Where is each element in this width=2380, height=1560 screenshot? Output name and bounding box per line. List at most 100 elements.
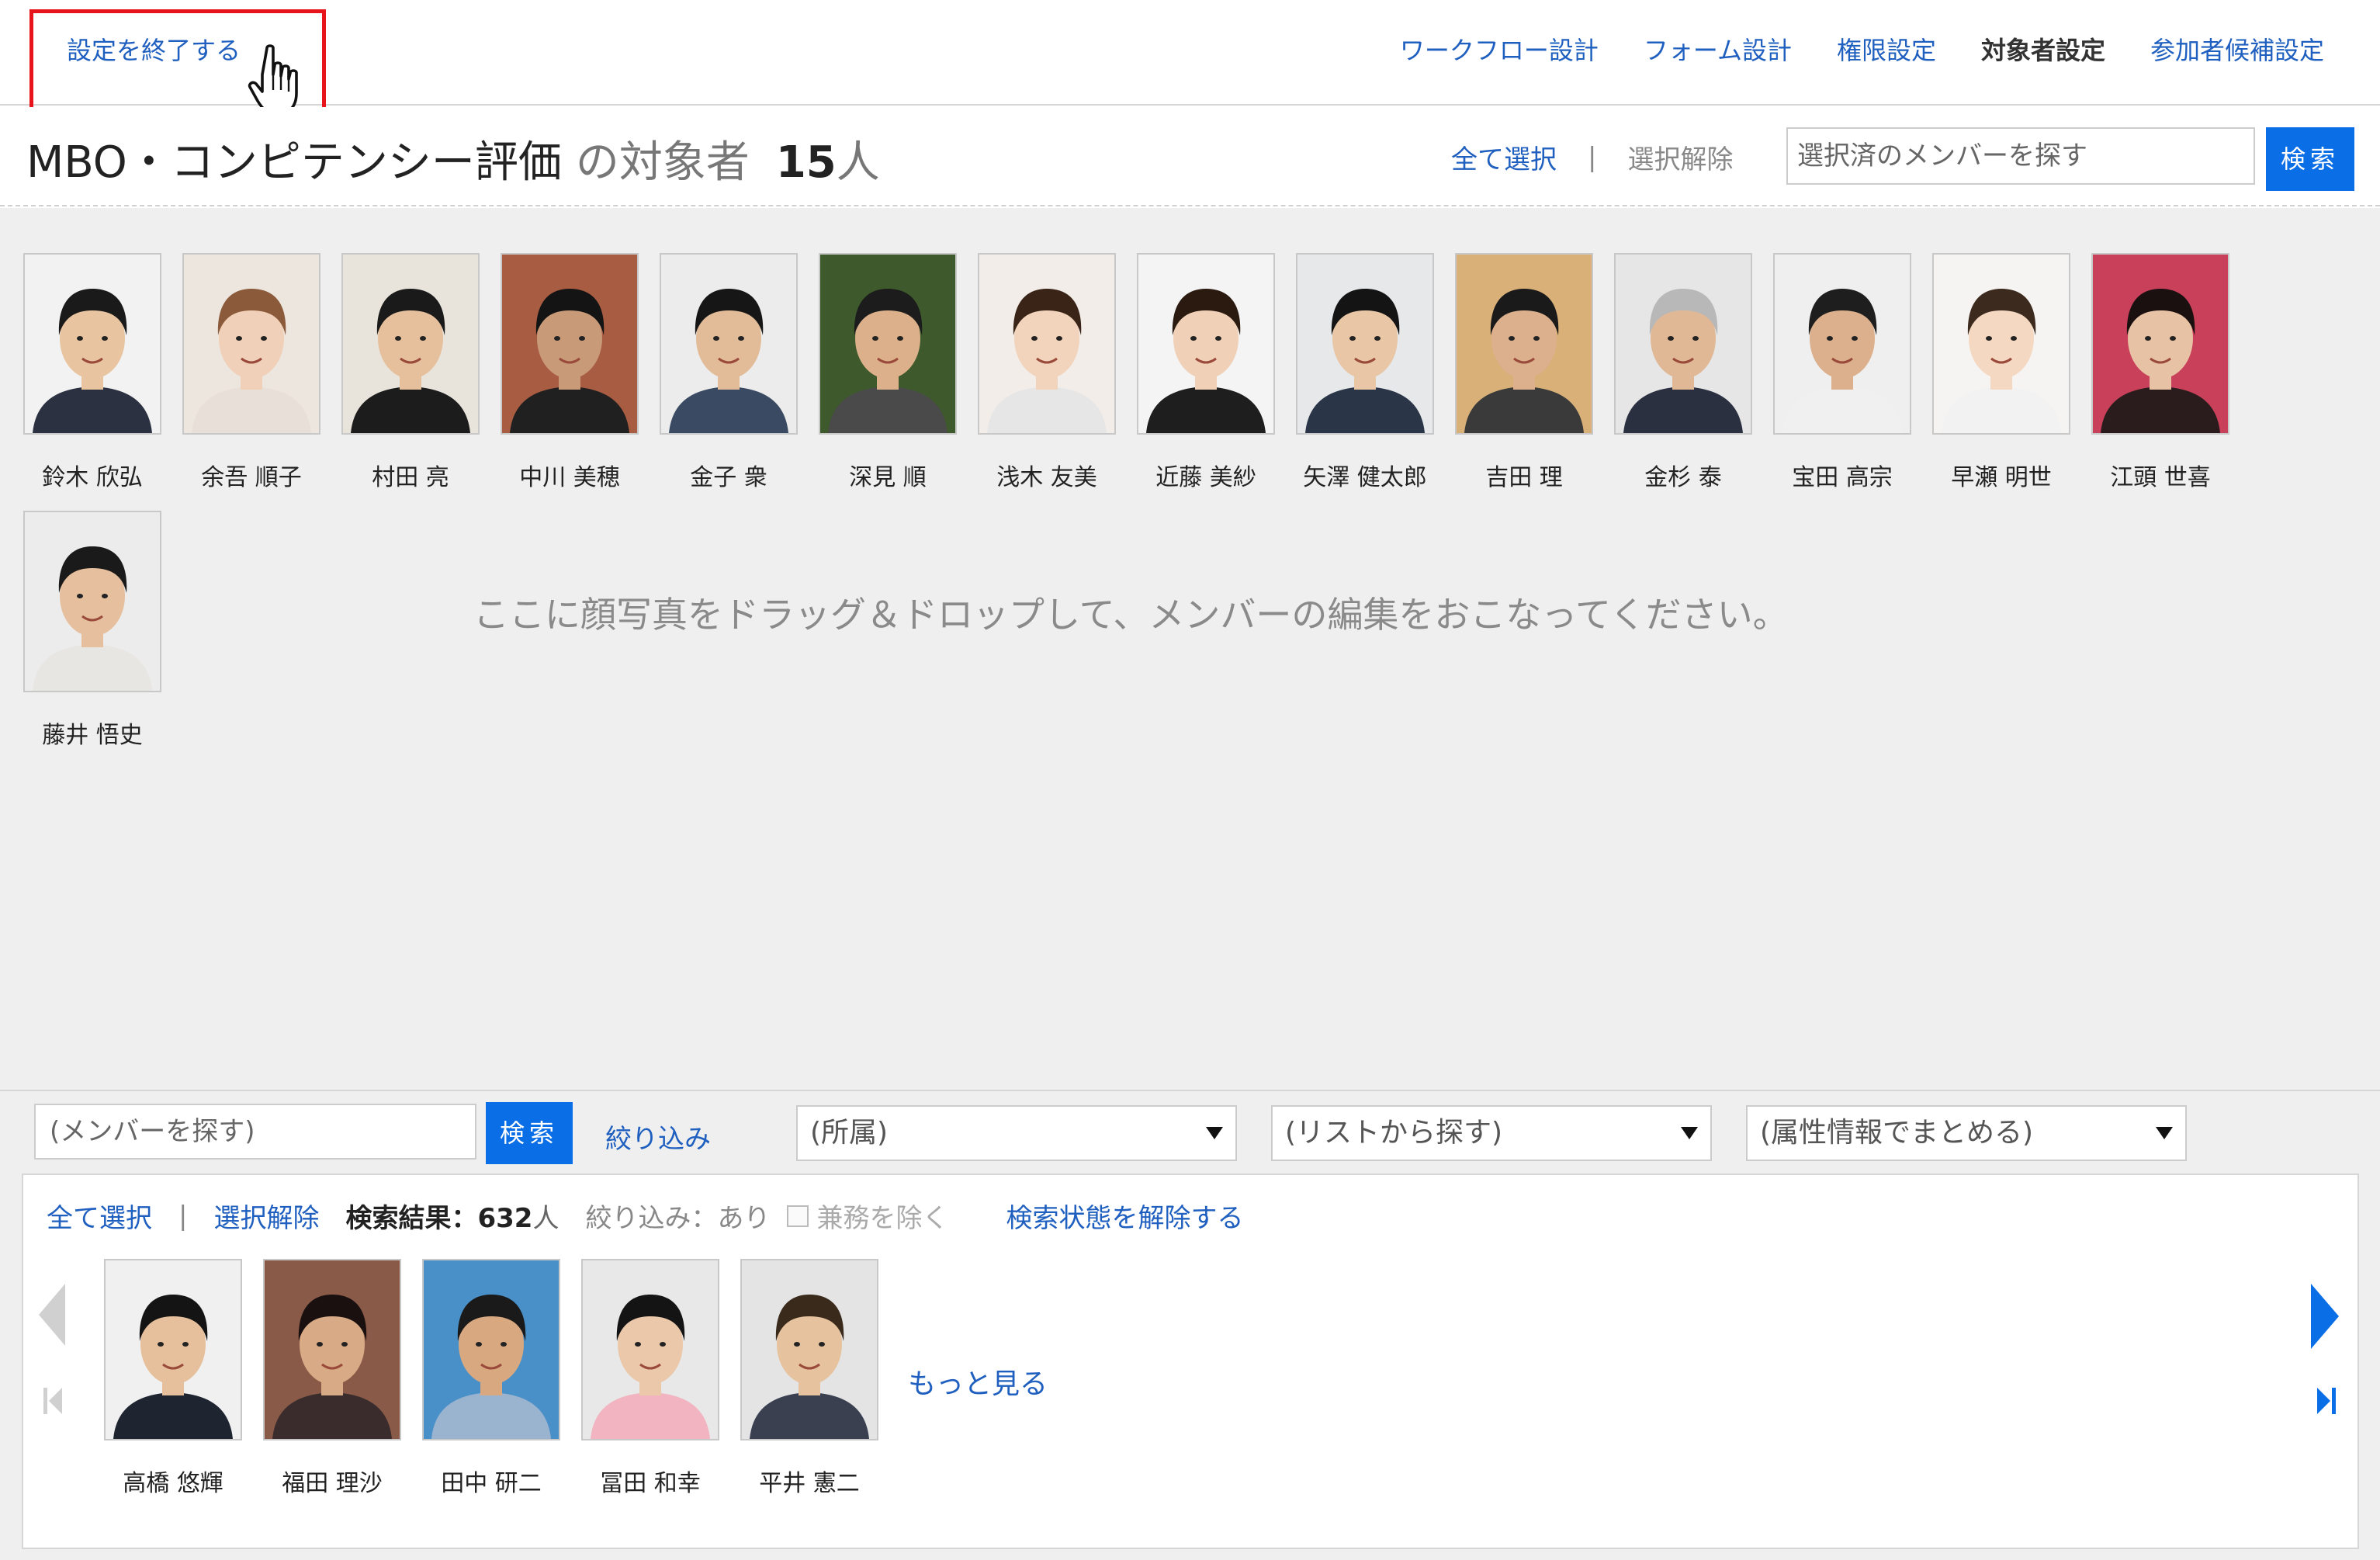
member-photo[interactable] — [1932, 253, 2070, 435]
selected-search-button[interactable]: 検索 — [2266, 127, 2354, 191]
member-photo[interactable] — [2091, 253, 2229, 435]
member-photo[interactable] — [182, 253, 320, 435]
result-count-label: 検索結果：632人 — [345, 1197, 559, 1235]
results-toolbar: 全て選択 | 選択解除 検索結果：632人 絞り込み：あり 兼務を除く 検索状態… — [47, 1197, 1243, 1235]
member-photo[interactable] — [1137, 253, 1275, 435]
portrait-image — [502, 255, 637, 433]
portrait-image — [1297, 255, 1433, 433]
selected-member-card[interactable]: 鈴木 欣弘 — [23, 253, 161, 492]
selected-member-card[interactable]: 浅木 友美 — [978, 253, 1116, 492]
member-photo[interactable] — [263, 1259, 401, 1440]
selected-member-card[interactable]: 金杉 泰 — [1614, 253, 1752, 492]
clear-search-link[interactable]: 検索状態を解除する — [1006, 1197, 1243, 1235]
member-photo[interactable] — [341, 253, 480, 435]
member-name: 近藤 美紗 — [1155, 464, 1256, 491]
portrait-image — [265, 1260, 400, 1439]
member-photo[interactable] — [501, 253, 639, 435]
member-name: 江頭 世喜 — [2110, 464, 2211, 491]
member-photo[interactable] — [104, 1259, 242, 1440]
member-photo[interactable] — [978, 253, 1116, 435]
settings-nav: ワークフロー設計 フォーム設計 権限設定 対象者設定 参加者候補設定 — [1400, 31, 2324, 67]
nav-workflow-design[interactable]: ワークフロー設計 — [1400, 31, 1599, 67]
separator: | — [1588, 141, 1597, 173]
result-member-card[interactable]: 田中 研二 — [422, 1259, 560, 1498]
member-photo[interactable] — [1614, 253, 1752, 435]
selected-member-card[interactable]: 近藤 美紗 — [1137, 253, 1275, 492]
member-photo[interactable] — [660, 253, 798, 435]
exclude-concurrent-checkbox[interactable] — [787, 1205, 809, 1227]
member-photo[interactable] — [819, 253, 957, 435]
portrait-image — [25, 255, 160, 433]
selected-member-card[interactable]: 藤井 悟史 — [23, 511, 161, 750]
selected-member-card[interactable]: 余吾 順子 — [182, 253, 320, 492]
top-nav: 設定を終了する ワークフロー設計 フォーム設計 権限設定 対象者設定 参加者候補… — [0, 0, 2380, 118]
member-photo[interactable] — [1455, 253, 1593, 435]
selected-member-card[interactable]: 江頭 世喜 — [2091, 253, 2229, 492]
member-photo[interactable] — [1296, 253, 1434, 435]
results-deselect-link[interactable]: 選択解除 — [213, 1197, 319, 1235]
nav-permission-settings[interactable]: 権限設定 — [1837, 31, 1936, 67]
member-name: 深見 順 — [849, 464, 927, 491]
select-all-link[interactable]: 全て選択 — [1451, 138, 1557, 176]
member-name: 冨田 和幸 — [600, 1470, 701, 1497]
attribute-group-select[interactable]: (属性情報でまとめる) — [1746, 1105, 2187, 1161]
selected-member-card[interactable]: 中川 美穂 — [501, 253, 639, 492]
member-name: 宝田 高宗 — [1792, 464, 1893, 491]
portrait-image — [1775, 255, 1910, 433]
member-name: 早瀬 明世 — [1951, 464, 2052, 491]
next-page-icon[interactable] — [2311, 1284, 2339, 1349]
member-photo[interactable] — [23, 253, 161, 435]
selected-members-area[interactable]: ここに顔写真をドラッグ＆ドロップして、メンバーの編集をおこなってください。 鈴木… — [0, 208, 2380, 1090]
selected-member-card[interactable]: 早瀬 明世 — [1932, 253, 2070, 492]
filter-state: 絞り込み：あり — [585, 1203, 771, 1234]
result-member-card[interactable]: 冨田 和幸 — [581, 1259, 719, 1498]
portrait-image — [424, 1260, 559, 1439]
result-member-card[interactable]: 福田 理沙 — [263, 1259, 401, 1498]
member-photo[interactable] — [422, 1259, 560, 1440]
member-photo[interactable] — [23, 511, 161, 692]
list-select[interactable]: (リストから探す) — [1271, 1105, 1712, 1161]
member-search-button[interactable]: 検索 — [486, 1102, 573, 1164]
selected-member-search-input[interactable]: 選択済のメンバーを探す — [1786, 127, 2255, 185]
member-photo[interactable] — [740, 1259, 878, 1440]
selected-member-card[interactable]: 吉田 理 — [1455, 253, 1593, 492]
portrait-image — [25, 512, 160, 691]
selected-member-card[interactable]: 村田 亮 — [341, 253, 480, 492]
nav-candidate-settings[interactable]: 参加者候補設定 — [2150, 31, 2324, 67]
member-name: 村田 亮 — [372, 464, 449, 491]
selected-member-card[interactable]: 矢澤 健太郎 — [1296, 253, 1434, 492]
selected-member-card[interactable]: 金子 衆 — [660, 253, 798, 492]
member-photo[interactable] — [581, 1259, 719, 1440]
dropdown-arrow-icon — [2156, 1127, 2173, 1139]
selected-member-card[interactable]: 宝田 高宗 — [1773, 253, 1911, 492]
result-member-card[interactable]: 平井 憲二 — [740, 1259, 878, 1498]
nav-form-design[interactable]: フォーム設計 — [1644, 31, 1792, 67]
member-name: 金杉 泰 — [1644, 464, 1722, 491]
prev-page-icon[interactable] — [39, 1284, 65, 1346]
portrait-image — [583, 1260, 718, 1439]
portrait-image — [2093, 255, 2228, 433]
member-search-input[interactable]: (メンバーを探す) — [34, 1104, 476, 1160]
department-select-value: (所属) — [810, 1117, 889, 1149]
department-select[interactable]: (所属) — [796, 1105, 1237, 1161]
selected-member-card[interactable]: 深見 順 — [819, 253, 957, 492]
deselect-link[interactable]: 選択解除 — [1627, 138, 1733, 176]
filter-link[interactable]: 絞り込み — [605, 1118, 711, 1156]
portrait-image — [1138, 255, 1273, 433]
member-search-bar: (メンバーを探す) 絞り込み (所属) (リストから探す) (属性情報でまとめる… — [0, 1090, 2380, 1167]
exclude-concurrent-option[interactable]: 兼務を除く — [787, 1197, 948, 1235]
portrait-image — [1616, 255, 1751, 433]
portrait-image — [979, 255, 1114, 433]
member-name: 福田 理沙 — [282, 1470, 383, 1497]
show-more-link[interactable]: もっと見る — [908, 1361, 1048, 1402]
separator: | — [178, 1200, 188, 1232]
results-wrapper: 全て選択 | 選択解除 検索結果：632人 絞り込み：あり 兼務を除く 検索状態… — [0, 1167, 2380, 1560]
member-photo[interactable] — [1773, 253, 1911, 435]
nav-target-settings[interactable]: 対象者設定 — [1981, 31, 2105, 67]
dropdown-arrow-icon — [1206, 1127, 1223, 1139]
first-page-icon[interactable] — [42, 1386, 64, 1416]
last-page-icon[interactable] — [2316, 1386, 2337, 1416]
results-select-all-link[interactable]: 全て選択 — [47, 1197, 152, 1235]
result-member-card[interactable]: 高橋 悠輝 — [104, 1259, 242, 1498]
member-name: 余吾 順子 — [201, 464, 302, 491]
